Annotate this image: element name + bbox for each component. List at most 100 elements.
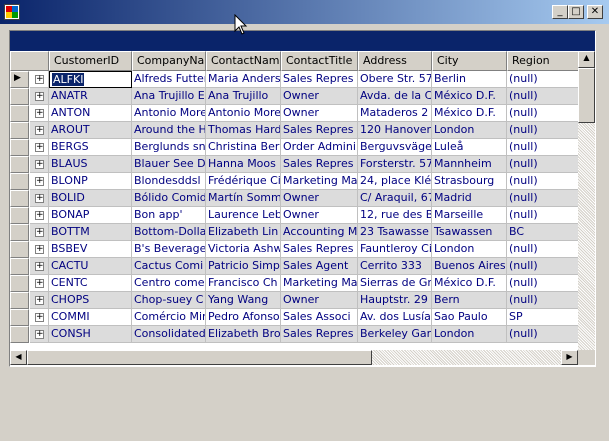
cell-address[interactable]: Forsterstr. 57 <box>358 156 432 173</box>
cell-id[interactable]: BOLID <box>49 190 132 207</box>
row-expander[interactable]: + <box>30 241 49 258</box>
cell-company[interactable]: Around the H <box>132 122 206 139</box>
cell-company[interactable]: Chop-suey C <box>132 292 206 309</box>
row-expander[interactable]: + <box>30 275 49 292</box>
row-expander[interactable]: + <box>30 309 49 326</box>
cell-city[interactable]: Buenos Aires <box>432 258 507 275</box>
expand-row-icon[interactable]: + <box>35 109 44 118</box>
column-header-contact[interactable]: ContactName <box>206 51 281 71</box>
cell-address[interactable]: 12, rue des B <box>358 207 432 224</box>
cell-city[interactable]: Berlin <box>432 71 507 88</box>
cell-region[interactable]: (null) <box>507 122 582 139</box>
cell-city[interactable]: London <box>432 326 507 343</box>
expand-row-icon[interactable]: + <box>35 194 44 203</box>
cell-company[interactable]: Cactus Comi <box>132 258 206 275</box>
cell-title[interactable]: Order Admini <box>281 139 358 156</box>
cell-address[interactable]: Berkeley Gar <box>358 326 432 343</box>
cell-address[interactable]: 120 Hanover <box>358 122 432 139</box>
row-expander[interactable]: + <box>30 156 49 173</box>
cell-company[interactable]: Antonio More <box>132 105 206 122</box>
expand-row-icon[interactable]: + <box>35 296 44 305</box>
cell-contact[interactable]: Hanna Moos <box>206 156 281 173</box>
cell-title[interactable]: Owner <box>281 292 358 309</box>
row-header[interactable]: ▶ <box>10 71 29 88</box>
expand-row-icon[interactable]: + <box>35 245 44 254</box>
cell-contact[interactable]: Martín Somm <box>206 190 281 207</box>
expand-row-icon[interactable]: + <box>35 92 44 101</box>
cell-id[interactable]: CONSH <box>49 326 132 343</box>
cell-company[interactable]: Centro comer <box>132 275 206 292</box>
row-expander[interactable]: + <box>30 105 49 122</box>
cell-address[interactable]: Berguvsväge <box>358 139 432 156</box>
cell-title[interactable]: Sales Repres <box>281 326 358 343</box>
cell-city[interactable]: London <box>432 122 507 139</box>
cell-city[interactable]: México D.F. <box>432 105 507 122</box>
cell-region[interactable]: (null) <box>507 156 582 173</box>
cell-title[interactable]: Marketing Ma <box>281 275 358 292</box>
cell-contact[interactable]: Elizabeth Lin <box>206 224 281 241</box>
cell-contact[interactable]: Laurence Leb <box>206 207 281 224</box>
expand-row-icon[interactable]: + <box>35 126 44 135</box>
cell-contact[interactable]: Ana Trujillo <box>206 88 281 105</box>
row-header[interactable] <box>10 258 29 275</box>
vertical-scroll-thumb[interactable] <box>578 68 595 123</box>
cell-id[interactable]: ANATR <box>49 88 132 105</box>
cell-title[interactable]: Sales Agent <box>281 258 358 275</box>
cell-title[interactable]: Owner <box>281 88 358 105</box>
cell-contact[interactable]: Christina Ber <box>206 139 281 156</box>
cell-city[interactable]: Sao Paulo <box>432 309 507 326</box>
cell-region[interactable]: (null) <box>507 71 582 88</box>
minimize-button[interactable]: _ <box>552 5 568 19</box>
expand-row-icon[interactable]: + <box>35 262 44 271</box>
cell-region[interactable]: (null) <box>507 207 582 224</box>
row-expander[interactable]: + <box>30 224 49 241</box>
row-header[interactable] <box>10 88 29 105</box>
cell-region[interactable]: (null) <box>507 275 582 292</box>
cell-address[interactable]: Obere Str. 57 <box>358 71 432 88</box>
cell-id[interactable]: BONAP <box>49 207 132 224</box>
column-header-address[interactable]: Address <box>358 51 432 71</box>
row-expander[interactable]: + <box>30 139 49 156</box>
cell-id[interactable]: COMMI <box>49 309 132 326</box>
expand-row-icon[interactable]: + <box>35 143 44 152</box>
cell-title[interactable]: Owner <box>281 105 358 122</box>
cell-contact[interactable]: Frédérique Ci <box>206 173 281 190</box>
cell-company[interactable]: Blauer See D <box>132 156 206 173</box>
cell-region[interactable]: (null) <box>507 139 582 156</box>
cell-id[interactable]: BSBEV <box>49 241 132 258</box>
cell-region[interactable]: BC <box>507 224 582 241</box>
cell-contact[interactable]: Pedro Afonso <box>206 309 281 326</box>
row-header[interactable] <box>10 309 29 326</box>
cell-id[interactable]: AROUT <box>49 122 132 139</box>
row-header[interactable] <box>10 173 29 190</box>
cell-id[interactable]: BERGS <box>49 139 132 156</box>
scroll-right-button[interactable]: ▶ <box>561 350 578 365</box>
cell-company[interactable]: Comércio Min <box>132 309 206 326</box>
expand-row-icon[interactable]: + <box>35 75 44 84</box>
row-header[interactable] <box>10 190 29 207</box>
row-expander[interactable]: + <box>30 190 49 207</box>
row-header[interactable] <box>10 122 29 139</box>
row-header[interactable] <box>10 139 29 156</box>
expand-row-icon[interactable]: + <box>35 330 44 339</box>
cell-contact[interactable]: Elizabeth Bro <box>206 326 281 343</box>
cell-contact[interactable]: Yang Wang <box>206 292 281 309</box>
row-expander[interactable]: + <box>30 326 49 343</box>
cell-address[interactable]: Sierras de Gr <box>358 275 432 292</box>
cell-title[interactable]: Owner <box>281 190 358 207</box>
scroll-left-button[interactable]: ◀ <box>10 350 27 365</box>
app-icon[interactable] <box>4 4 20 20</box>
cell-city[interactable]: Strasbourg <box>432 173 507 190</box>
cell-id[interactable]: BLAUS <box>49 156 132 173</box>
cell-title[interactable]: Sales Repres <box>281 241 358 258</box>
cell-title[interactable]: Sales Repres <box>281 122 358 139</box>
close-button[interactable]: ✕ <box>587 5 603 19</box>
cell-contact[interactable]: Antonio More <box>206 105 281 122</box>
cell-region[interactable]: (null) <box>507 105 582 122</box>
cell-id[interactable]: BOTTM <box>49 224 132 241</box>
cell-region[interactable]: (null) <box>507 326 582 343</box>
expand-row-icon[interactable]: + <box>35 211 44 220</box>
cell-city[interactable]: London <box>432 241 507 258</box>
cell-address[interactable]: Cerrito 333 <box>358 258 432 275</box>
cell-region[interactable]: (null) <box>507 173 582 190</box>
